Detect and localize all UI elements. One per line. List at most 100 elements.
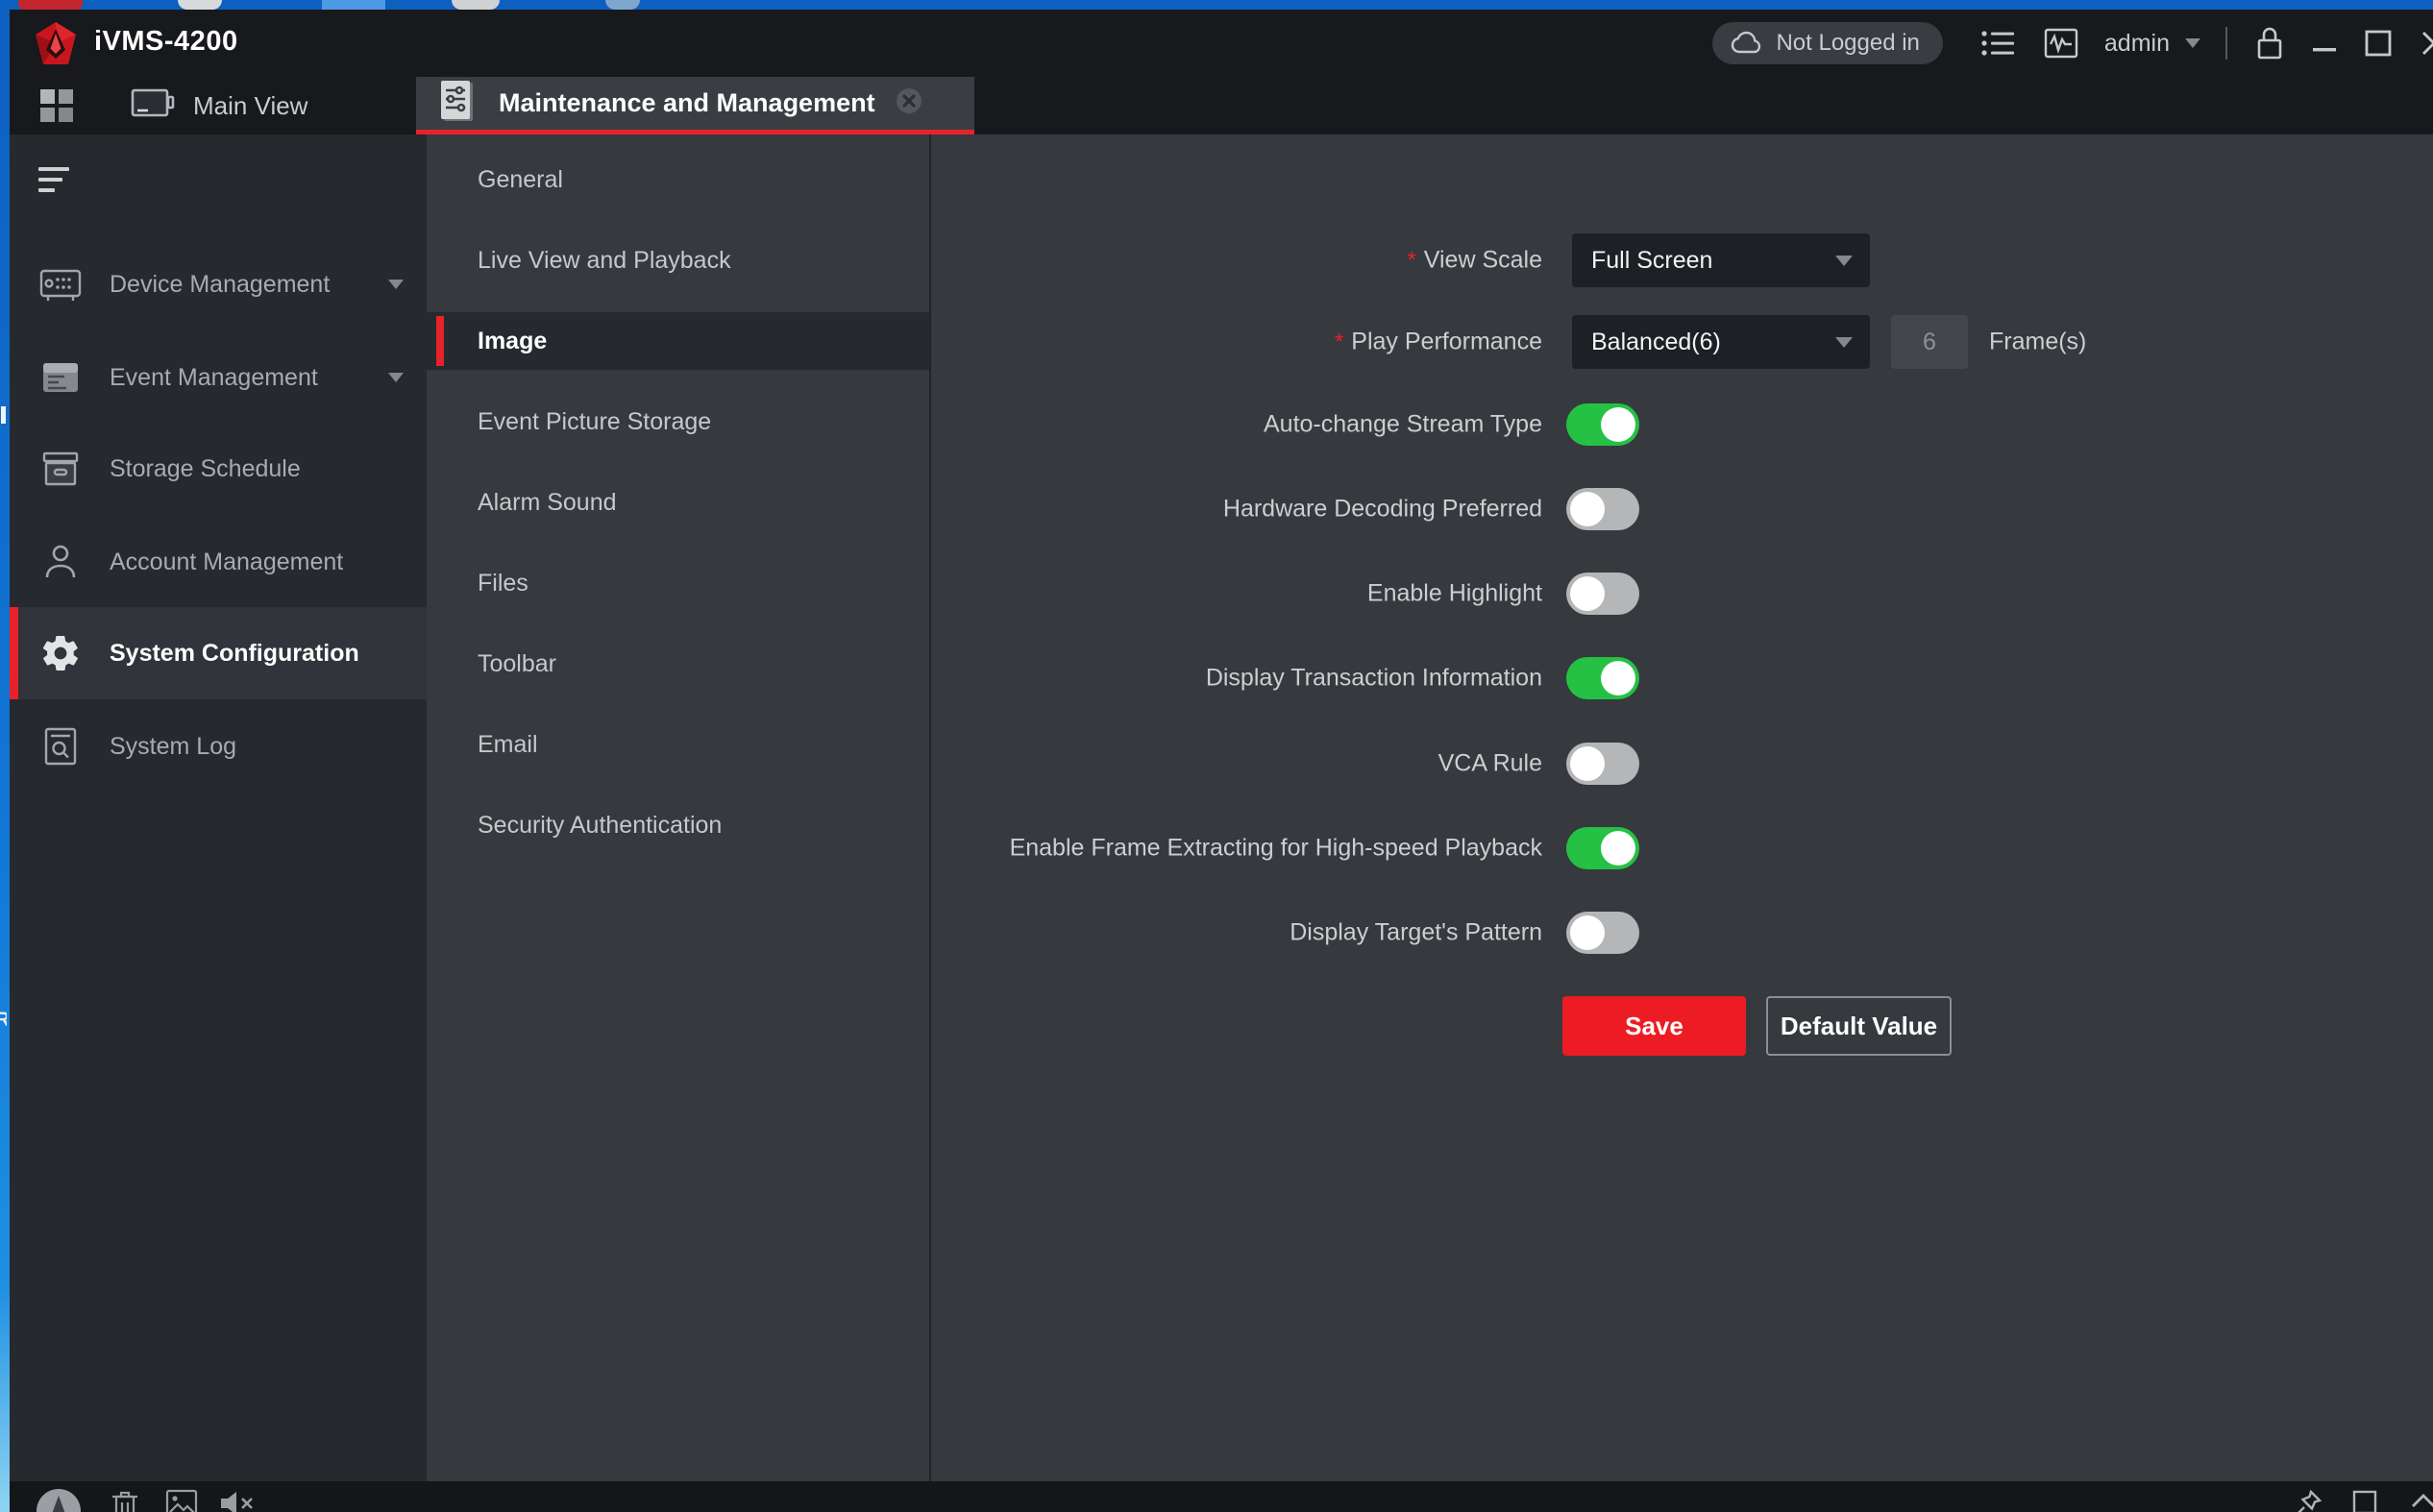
tab-maintenance-label: Maintenance and Management [499, 88, 875, 118]
toggle-knob [1601, 831, 1635, 866]
toggle-knob [1570, 492, 1605, 526]
background-window-fragment [452, 0, 500, 10]
tab-bar: Main View Maintenance and Management [10, 77, 2433, 134]
toggle-enable-frame-extracting[interactable] [1566, 827, 1639, 869]
image-icon[interactable] [165, 1489, 198, 1512]
lock-icon[interactable] [2254, 25, 2285, 61]
cloud-icon [1730, 30, 1764, 57]
maximize-icon[interactable] [2364, 29, 2393, 58]
settings-nav-item-alarm-sound[interactable]: Alarm Sound [427, 474, 929, 531]
login-status-text: Not Logged in [1776, 30, 1919, 57]
view-scale-select[interactable]: Full Screen [1572, 233, 1870, 287]
maintenance-icon [437, 79, 476, 128]
performance-monitor-icon[interactable] [2043, 27, 2079, 60]
sidebar-item-label: Storage Schedule [110, 455, 301, 483]
save-button[interactable]: Save [1562, 996, 1746, 1056]
content-area: Device Management [10, 134, 2433, 1481]
sidebar-item-label: Device Management [110, 271, 330, 299]
settings-nav-item-event-picture-storage[interactable]: Event Picture Storage [427, 393, 929, 451]
required-asterisk: * [1407, 248, 1415, 274]
close-circle-icon[interactable] [895, 86, 923, 120]
frames-input[interactable]: 6 [1891, 315, 1968, 369]
sidebar-item-device-management[interactable]: Device Management [10, 238, 427, 330]
settings-nav-item-security-authentication[interactable]: Security Authentication [427, 796, 929, 854]
chevron-down-icon [388, 373, 404, 382]
default-value-button[interactable]: Default Value [1766, 996, 1952, 1056]
tab-main-view-label: Main View [193, 91, 307, 121]
toggle-display-targets-pattern[interactable] [1566, 912, 1639, 954]
sidebar-item-label: System Configuration [110, 640, 359, 668]
speaker-muted-icon[interactable] [219, 1489, 256, 1512]
sidebar-item-label: Event Management [110, 364, 318, 392]
titlebar-divider [2225, 27, 2227, 60]
tab-main-view[interactable]: Main View [130, 77, 307, 134]
device-icon [38, 265, 83, 304]
active-indicator [10, 607, 18, 699]
toggle-label: Hardware Decoding Preferred [931, 496, 1542, 524]
play-performance-select[interactable]: Balanced(6) [1572, 315, 1870, 369]
tab-maintenance-and-management[interactable]: Maintenance and Management [416, 77, 974, 134]
background-window-fragment: R [0, 1009, 7, 1030]
close-icon[interactable] [2420, 29, 2433, 58]
alarm-icon[interactable] [35, 1487, 83, 1512]
login-status-badge[interactable]: Not Logged in [1712, 22, 1942, 64]
chevron-down-icon [388, 280, 404, 289]
trash-icon[interactable] [111, 1489, 139, 1512]
settings-nav-item-live-view-and-playback[interactable]: Live View and Playback [427, 232, 929, 289]
desktop-background: R iVMS-4200 [0, 0, 2433, 1512]
task-list-icon[interactable] [1979, 27, 2016, 60]
settings-nav-item-image[interactable]: Image [427, 312, 929, 370]
sidebar-item-account-management[interactable]: Account Management [10, 516, 427, 608]
toggle-enable-highlight[interactable] [1566, 573, 1639, 615]
sidebar-item-storage-schedule[interactable]: Storage Schedule [10, 423, 427, 515]
grid-icon[interactable] [38, 87, 75, 129]
settings-nav-item-general[interactable]: General [427, 151, 929, 208]
sidebar-item-label: Account Management [110, 549, 343, 576]
user-menu[interactable]: admin [2104, 30, 2200, 58]
toggle-knob [1601, 661, 1635, 695]
square-icon[interactable] [2351, 1489, 2378, 1512]
toggle-auto-change-stream-type[interactable] [1566, 403, 1639, 446]
settings-nav-item-toolbar[interactable]: Toolbar [427, 635, 929, 693]
chevron-down-icon [1835, 337, 1853, 348]
sidebar: Device Management [10, 134, 427, 1481]
view-scale-label: *View Scale [931, 247, 1542, 275]
minimize-icon[interactable] [2312, 29, 2337, 58]
monitor-icon [130, 85, 176, 127]
settings-nav-item-files[interactable]: Files [427, 554, 929, 612]
toggle-display-transaction-information[interactable] [1566, 657, 1639, 699]
settings-nav: General Live View and Playback Image Eve… [427, 134, 929, 1481]
account-icon [38, 542, 83, 582]
ivms-app-window: iVMS-4200 Not Logged in [10, 10, 2433, 1512]
event-icon [38, 360, 83, 395]
active-indicator [436, 316, 444, 366]
toggle-hardware-decoding-preferred[interactable] [1566, 488, 1639, 530]
titlebar: iVMS-4200 Not Logged in [10, 10, 2433, 77]
pin-icon[interactable] [2292, 1489, 2322, 1512]
background-window-fragment [605, 0, 640, 10]
settings-nav-item-email[interactable]: Email [427, 716, 929, 773]
image-settings-form: *View Scale Full Screen *Play Performanc… [931, 134, 2433, 1481]
background-window-fragment [1, 406, 6, 424]
app-title: iVMS-4200 [94, 26, 238, 58]
toggle-label: Display Transaction Information [931, 665, 1542, 693]
toggle-label: VCA Rule [931, 750, 1542, 778]
toggle-vca-rule[interactable] [1566, 743, 1639, 785]
chevron-up-icon[interactable] [2409, 1489, 2433, 1512]
toggle-label: Display Target's Pattern [931, 919, 1542, 947]
gear-icon [38, 632, 83, 674]
frames-unit-label: Frame(s) [1989, 329, 2086, 356]
sidebar-item-system-log[interactable]: System Log [10, 700, 427, 793]
storage-icon [38, 450, 83, 488]
play-performance-label: *Play Performance [931, 329, 1542, 356]
user-name: admin [2104, 30, 2170, 58]
toggle-knob [1570, 576, 1605, 611]
sidebar-item-system-configuration[interactable]: System Configuration [10, 607, 427, 699]
background-window-fragment [322, 0, 385, 10]
sidebar-item-label: System Log [110, 733, 236, 761]
toggle-knob [1601, 407, 1635, 442]
toggle-label: Enable Frame Extracting for High-speed P… [931, 835, 1542, 863]
hamburger-icon[interactable] [38, 167, 71, 194]
toggle-label: Enable Highlight [931, 580, 1542, 608]
sidebar-item-event-management[interactable]: Event Management [10, 331, 427, 424]
